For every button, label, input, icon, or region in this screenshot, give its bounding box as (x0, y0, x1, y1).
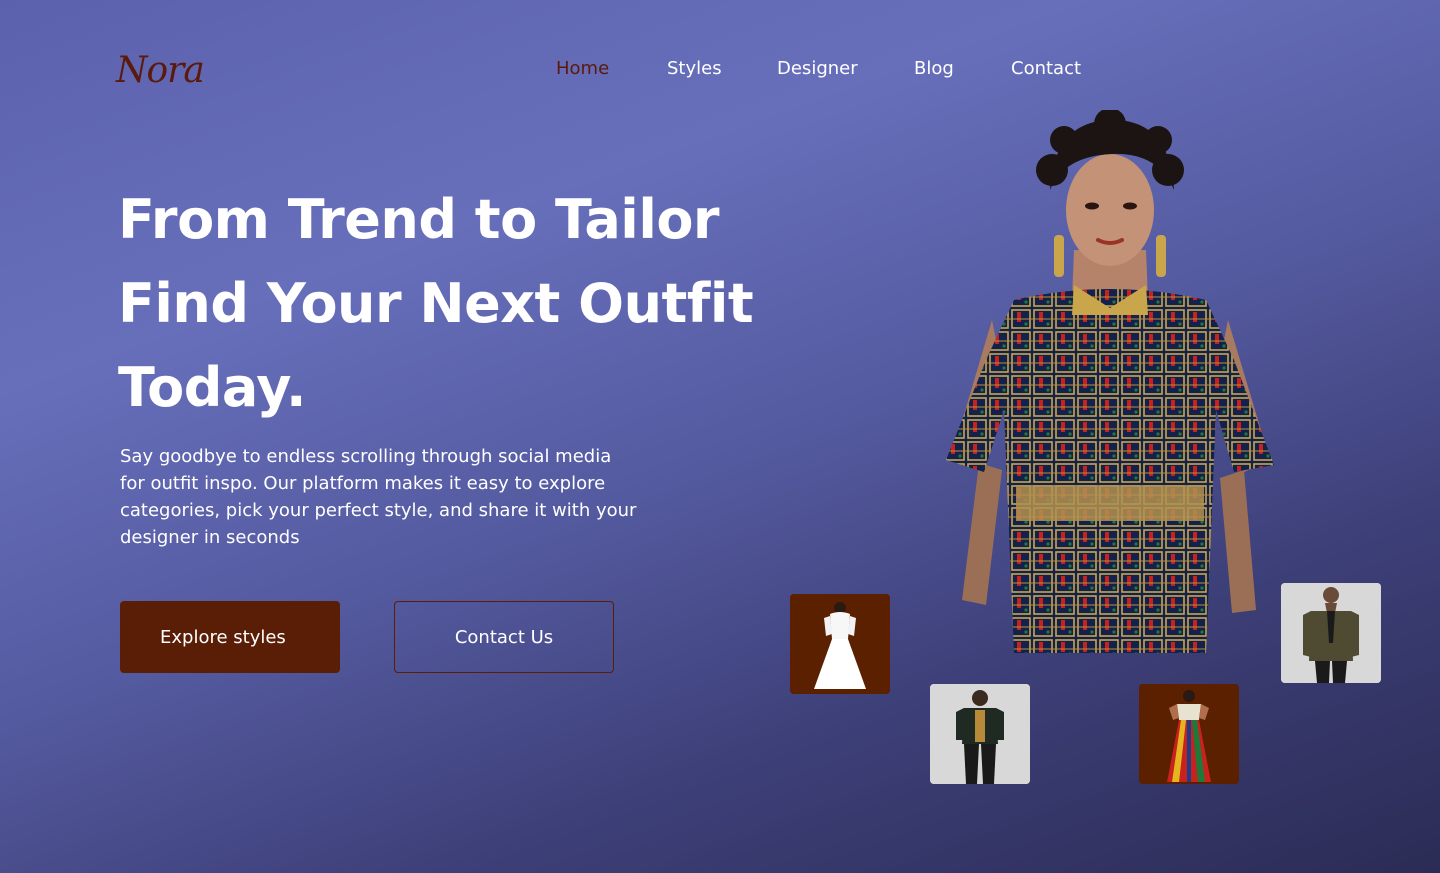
nav-item-styles[interactable]: Styles (667, 58, 722, 79)
hero-title-line: Find Your Next Outfit (118, 272, 754, 335)
bridal-gown-image[interactable] (790, 594, 890, 694)
woman-in-kente-dress-image[interactable] (1139, 684, 1239, 784)
hero-title: From Trend to Tailor Find Your Next Outf… (118, 178, 758, 430)
hero-description: Say goodbye to endless scrolling through… (120, 446, 637, 548)
contact-us-button[interactable]: Contact Us (394, 601, 614, 673)
nav-item-contact[interactable]: Contact (1011, 58, 1081, 79)
man-in-embroidered-shirt-image[interactable] (930, 684, 1030, 784)
nav-item-blog[interactable]: Blog (914, 58, 954, 79)
model-in-patterned-dress-image (944, 108, 1276, 653)
nav-item-home[interactable]: Home (556, 58, 609, 79)
hero-title-line: From Trend to Tailor (118, 188, 720, 251)
nav-item-designer[interactable]: Designer (777, 58, 858, 79)
hero-title-line: Today. (118, 356, 306, 419)
explore-styles-button[interactable]: Explore styles (120, 601, 340, 673)
man-in-blazer-image[interactable] (1281, 583, 1381, 683)
brand-logo[interactable]: Nora (116, 50, 205, 91)
